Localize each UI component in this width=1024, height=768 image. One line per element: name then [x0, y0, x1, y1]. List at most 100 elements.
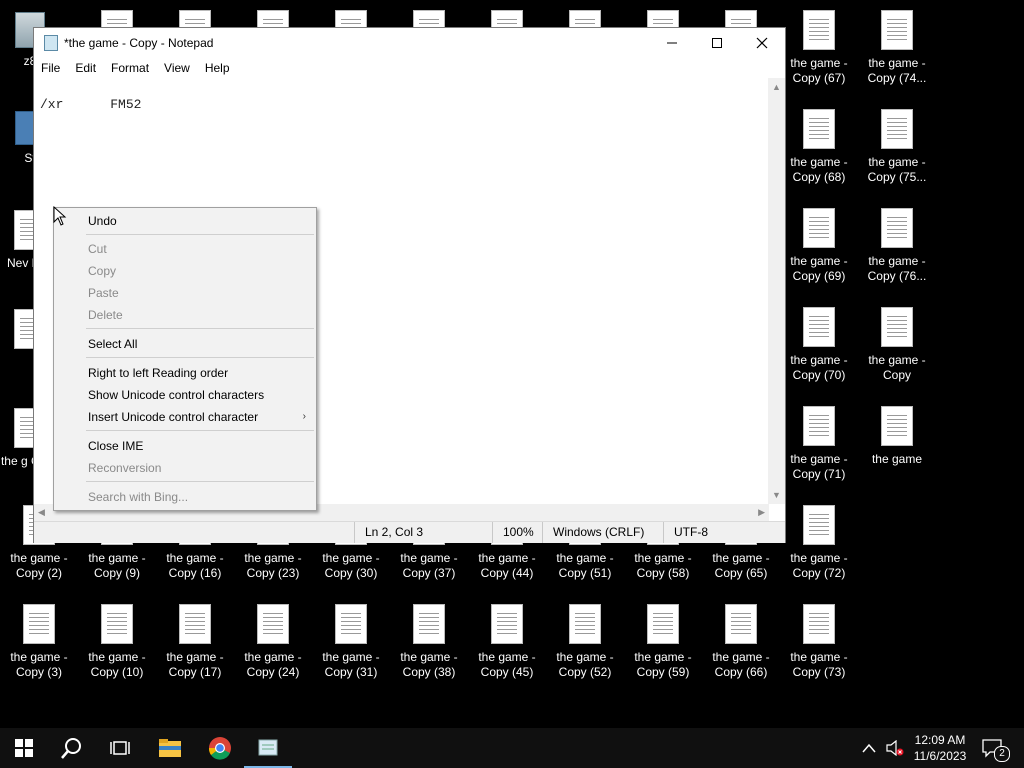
desktop-icon-label: the game - Copy (75... — [867, 155, 927, 184]
text-file-icon — [803, 505, 835, 545]
desktop-icon[interactable]: the game - Copy (71) — [780, 406, 858, 482]
desktop-icon[interactable]: the game - Copy (75... — [858, 109, 936, 185]
desktop-icon[interactable]: the game — [858, 406, 936, 467]
scroll-right-icon[interactable]: ▶ — [758, 507, 765, 518]
system-clock[interactable]: 12:09 AM 11/6/2023 — [905, 732, 975, 764]
text-file-icon — [881, 10, 913, 50]
close-button[interactable] — [739, 28, 785, 58]
show-hidden-icons-button[interactable] — [862, 728, 876, 768]
status-line-ending: Windows (CRLF) — [542, 522, 663, 543]
text-file-icon — [101, 604, 133, 644]
menu-separator — [86, 357, 314, 358]
text-file-icon — [23, 604, 55, 644]
text-file-icon — [647, 604, 679, 644]
menu-item-close-ime[interactable]: Close IME — [88, 438, 143, 454]
menu-item-select-all[interactable]: Select All — [88, 336, 137, 352]
desktop-icon[interactable]: the game - Copy (59) — [624, 604, 702, 680]
desktop-icon[interactable]: the game - Copy (38) — [390, 604, 468, 680]
desktop-icon[interactable]: the game - Copy (69) — [780, 208, 858, 284]
menu-view[interactable]: View — [157, 58, 198, 78]
desktop-icon-label: the game - Copy (17) — [166, 650, 224, 679]
menu-item-copy[interactable]: Copy — [88, 263, 116, 279]
text-file-icon — [881, 406, 913, 446]
desktop-icon[interactable]: the game - Copy (73) — [780, 604, 858, 680]
chrome-icon — [208, 737, 231, 760]
taskbar: 12:09 AM 11/6/2023 2 — [0, 728, 1024, 768]
desktop-icon[interactable]: the game - Copy (68) — [780, 109, 858, 185]
volume-muted-icon — [886, 740, 904, 756]
desktop-icon[interactable]: the game - Copy — [858, 307, 936, 383]
scroll-down-icon[interactable]: ▼ — [772, 490, 781, 500]
desktop-icon-label: the game - Copy (23) — [244, 551, 302, 580]
search-button[interactable] — [48, 728, 96, 768]
text-file-icon — [725, 604, 757, 644]
desktop-icon-label: the game — [871, 452, 923, 466]
menu-item-cut[interactable]: Cut — [88, 241, 107, 257]
desktop-icon[interactable]: the game - Copy (72) — [780, 505, 858, 581]
text-file-icon — [803, 307, 835, 347]
task-view-icon — [110, 741, 130, 755]
text-file-icon — [335, 604, 367, 644]
menu-item-show-unicode[interactable]: Show Unicode control characters — [88, 387, 264, 403]
text-file-icon — [803, 406, 835, 446]
menu-file[interactable]: File — [34, 58, 68, 78]
desktop-icon-label: the game - Copy (45) — [478, 650, 536, 679]
notepad-icon — [258, 739, 278, 756]
chrome-button[interactable] — [196, 728, 244, 768]
desktop-icon-label: the game - Copy (9) — [88, 551, 146, 580]
menu-item-reconversion[interactable]: Reconversion — [88, 460, 161, 476]
desktop-icon-label: the game - Copy (74... — [867, 56, 927, 85]
desktop-icon[interactable]: the game - Copy (45) — [468, 604, 546, 680]
file-explorer-button[interactable] — [146, 728, 194, 768]
clock-date: 11/6/2023 — [913, 749, 967, 763]
desktop-icon[interactable]: the game - Copy (17) — [156, 604, 234, 680]
text-file-icon — [881, 109, 913, 149]
menu-separator — [86, 481, 314, 482]
scroll-up-icon[interactable]: ▲ — [772, 82, 781, 92]
desktop-icon[interactable]: the game - Copy (70) — [780, 307, 858, 383]
status-position: Ln 2, Col 3 — [354, 522, 475, 543]
menu-separator — [86, 328, 314, 329]
notepad-taskbar-button[interactable] — [244, 728, 292, 768]
desktop-icon-label: the game - Copy (44) — [478, 551, 536, 580]
desktop-icon[interactable]: the game - Copy (52) — [546, 604, 624, 680]
text-file-icon — [569, 604, 601, 644]
minimize-icon — [667, 42, 677, 44]
menu-item-insert-unicode[interactable]: Insert Unicode control character — [88, 409, 258, 425]
start-button[interactable] — [0, 728, 48, 768]
desktop-icon-label: the game - Copy (10) — [88, 650, 146, 679]
desktop-icon[interactable]: the game - Copy (3) — [0, 604, 78, 680]
desktop-icon[interactable]: the game - Copy (10) — [78, 604, 156, 680]
desktop-icon[interactable]: the game - Copy (31) — [312, 604, 390, 680]
chevron-up-icon — [862, 743, 876, 753]
menu-separator — [86, 234, 314, 235]
maximize-button[interactable] — [694, 28, 740, 58]
task-view-button[interactable] — [96, 728, 144, 768]
context-menu: Undo Cut Copy Paste Delete Select All Ri… — [53, 207, 317, 511]
desktop-icon[interactable]: the game - Copy (74... — [858, 10, 936, 86]
desktop-icon[interactable]: the game - Copy (67) — [780, 10, 858, 86]
menu-item-paste[interactable]: Paste — [88, 285, 119, 301]
chevron-right-icon: › — [302, 411, 306, 422]
text-file-icon — [803, 208, 835, 248]
text-file-icon — [881, 307, 913, 347]
menu-format[interactable]: Format — [104, 58, 157, 78]
title-bar[interactable]: *the game - Copy - Notepad — [34, 28, 785, 58]
desktop-icon[interactable]: the game - Copy (66) — [702, 604, 780, 680]
minimize-button[interactable] — [649, 28, 695, 58]
desktop-icon-label: the game - Copy (16) — [166, 551, 224, 580]
desktop-icon-label: the game - Copy (71) — [790, 452, 848, 481]
menu-item-undo[interactable]: Undo — [88, 213, 117, 229]
menu-help[interactable]: Help — [198, 58, 238, 78]
menu-item-rtl-reading-order[interactable]: Right to left Reading order — [88, 365, 228, 381]
vertical-scrollbar[interactable]: ▲ ▼ — [768, 78, 785, 504]
desktop-icon-label: the game - Copy (52) — [556, 650, 614, 679]
menu-item-delete[interactable]: Delete — [88, 307, 123, 323]
menu-edit[interactable]: Edit — [68, 58, 104, 78]
desktop-icon-label: the game - Copy (59) — [634, 650, 692, 679]
volume-button[interactable] — [886, 728, 904, 768]
menu-item-search-bing[interactable]: Search with Bing... — [88, 489, 188, 505]
scroll-left-icon[interactable]: ◀ — [38, 507, 45, 518]
desktop-icon[interactable]: the game - Copy (24) — [234, 604, 312, 680]
desktop-icon[interactable]: the game - Copy (76... — [858, 208, 936, 284]
